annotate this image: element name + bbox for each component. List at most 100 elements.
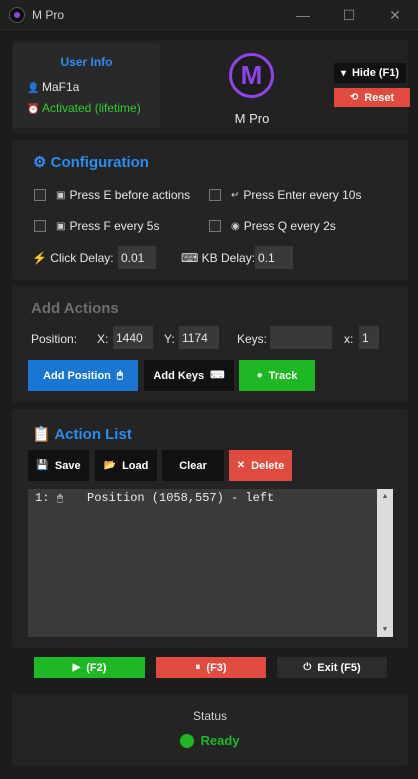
repeat-label: x: xyxy=(344,332,354,346)
list-item-index: 1: xyxy=(35,491,50,505)
add-actions-heading: Add Actions xyxy=(31,300,119,317)
status-dot-icon xyxy=(180,734,195,748)
hide-icon: ▾ xyxy=(340,67,346,79)
close-button[interactable]: ✕ xyxy=(380,4,410,26)
keyboard-key-icon: ▣ xyxy=(56,189,66,201)
action-list[interactable]: 1: 🖱 Position (1058,557) - left ▲ ▼ xyxy=(28,489,393,637)
checkbox[interactable] xyxy=(209,189,221,201)
exit-button[interactable]: ⏻ Exit (F5) xyxy=(277,657,387,678)
clear-label: Clear xyxy=(179,459,207,472)
delete-label: Delete xyxy=(251,459,285,472)
keys-label: Keys: xyxy=(237,332,268,346)
delete-button[interactable]: ✕ Delete xyxy=(229,450,292,481)
mouse-icon: 🖱 xyxy=(116,370,123,381)
option-label: Press Enter every 10s xyxy=(243,188,362,202)
list-item[interactable]: 1: 🖱 Position (1058,557) - left xyxy=(35,491,274,505)
target-icon: ◉ xyxy=(231,220,240,232)
folder-icon: 📂 xyxy=(103,460,117,471)
checkbox[interactable] xyxy=(34,189,46,201)
position-label: Position: xyxy=(31,332,78,346)
maximize-button[interactable]: ☐ xyxy=(334,4,364,26)
x-label: X: xyxy=(97,332,109,346)
reset-icon: ⟲ xyxy=(349,92,359,103)
add-keys-label: Add Keys xyxy=(153,369,205,382)
click-delay-input[interactable] xyxy=(118,246,156,269)
load-label: Load xyxy=(122,459,149,472)
option-press-e[interactable]: ▣ Press E before actions xyxy=(34,188,190,202)
user-icon: 👤 xyxy=(27,83,40,94)
close-icon: ✕ xyxy=(236,460,246,471)
exit-label: Exit (F5) xyxy=(317,661,361,674)
option-press-f[interactable]: ▣ Press F every 5s xyxy=(34,219,159,233)
lightning-icon: ⚡ xyxy=(32,251,47,265)
status-panel: Status Ready xyxy=(12,694,408,766)
option-label: Press Q every 2s xyxy=(243,219,336,233)
repeat-input[interactable] xyxy=(359,326,379,349)
save-label: Save xyxy=(54,459,81,472)
pause-label: (F3) xyxy=(206,661,227,674)
x-input[interactable] xyxy=(113,326,153,349)
logo-icon: M xyxy=(229,53,274,98)
license-status-row: ⏰ Activated (lifetime) xyxy=(27,101,141,115)
reset-label: Reset xyxy=(364,91,395,104)
load-button[interactable]: 📂 Load xyxy=(95,450,157,481)
y-label: Y: xyxy=(164,332,175,346)
status-indicator: Ready xyxy=(12,733,408,748)
hide-button[interactable]: ▾ Hide (F1) xyxy=(334,63,406,83)
start-button[interactable]: ▶ (F2) xyxy=(34,657,145,678)
checkbox[interactable] xyxy=(209,220,221,232)
license-status: Activated (lifetime) xyxy=(42,101,141,115)
start-label: (F2) xyxy=(86,661,107,674)
app-icon xyxy=(9,7,25,23)
clear-button[interactable]: Clear xyxy=(162,450,224,481)
kb-delay-input[interactable] xyxy=(255,246,293,269)
username-row: 👤 MaF1a xyxy=(27,80,79,94)
add-position-label: Add Position xyxy=(43,369,111,382)
option-label: Press F every 5s xyxy=(69,219,160,233)
status-value: Ready xyxy=(200,733,240,748)
kb-delay-text: KB Delay: xyxy=(201,251,256,265)
clipboard-icon: 📋 xyxy=(32,426,51,443)
pause-button[interactable]: ⏸ (F3) xyxy=(156,657,266,678)
reset-button[interactable]: ⟲ Reset xyxy=(334,88,410,107)
user-info-panel: User Info 👤 MaF1a ⏰ Activated (lifetime) xyxy=(13,43,160,128)
add-position-button[interactable]: Add Position 🖱 xyxy=(28,360,138,391)
alarm-clock-icon: ⏰ xyxy=(27,104,40,115)
gear-icon: ⚙ xyxy=(33,154,47,171)
pause-icon: ⏸ xyxy=(195,662,201,673)
minimize-button[interactable]: — xyxy=(288,4,318,26)
scroll-down-icon[interactable]: ▼ xyxy=(377,626,393,633)
configuration-heading: ⚙ Configuration xyxy=(33,153,149,171)
username: MaF1a xyxy=(42,80,80,94)
option-press-enter[interactable]: ↵ Press Enter every 10s xyxy=(209,188,361,202)
checkbox[interactable] xyxy=(34,220,46,232)
status-title: Status xyxy=(192,709,228,723)
window-title: M Pro xyxy=(32,8,65,22)
click-delay-label: ⚡ Click Delay: xyxy=(32,251,114,265)
track-label: Track xyxy=(268,369,298,382)
list-item-text: Position (1058,557) - left xyxy=(87,491,275,505)
track-button[interactable]: ● Track xyxy=(239,360,315,391)
y-input[interactable] xyxy=(179,326,219,349)
scroll-up-icon[interactable]: ▲ xyxy=(377,493,393,500)
play-icon: ▶ xyxy=(72,662,81,673)
list-scrollbar[interactable]: ▲ ▼ xyxy=(377,489,393,637)
track-icon: ● xyxy=(256,370,263,381)
configuration-title: Configuration xyxy=(50,154,149,171)
user-info-title: User Info xyxy=(60,55,113,69)
add-keys-button[interactable]: Add Keys ⌨ xyxy=(144,360,234,391)
keys-input[interactable] xyxy=(270,326,332,349)
keyboard-icon: ⌨ xyxy=(210,370,225,381)
hide-label: Hide (F1) xyxy=(351,67,400,79)
keyboard-icon: ⌨ xyxy=(181,251,199,265)
action-list-title: Action List xyxy=(54,426,132,443)
option-press-q[interactable]: ◉ Press Q every 2s xyxy=(209,219,336,233)
click-delay-text: Click Delay: xyxy=(50,251,114,265)
logo-label: M Pro xyxy=(234,111,270,126)
keyboard-key-icon: ▣ xyxy=(56,220,66,232)
save-button[interactable]: 💾 Save xyxy=(28,450,89,481)
option-label: Press E before actions xyxy=(69,188,191,202)
save-icon: 💾 xyxy=(36,460,49,471)
kb-delay-label: ⌨ KB Delay: xyxy=(181,251,255,265)
action-list-heading: 📋 Action List xyxy=(32,425,132,443)
